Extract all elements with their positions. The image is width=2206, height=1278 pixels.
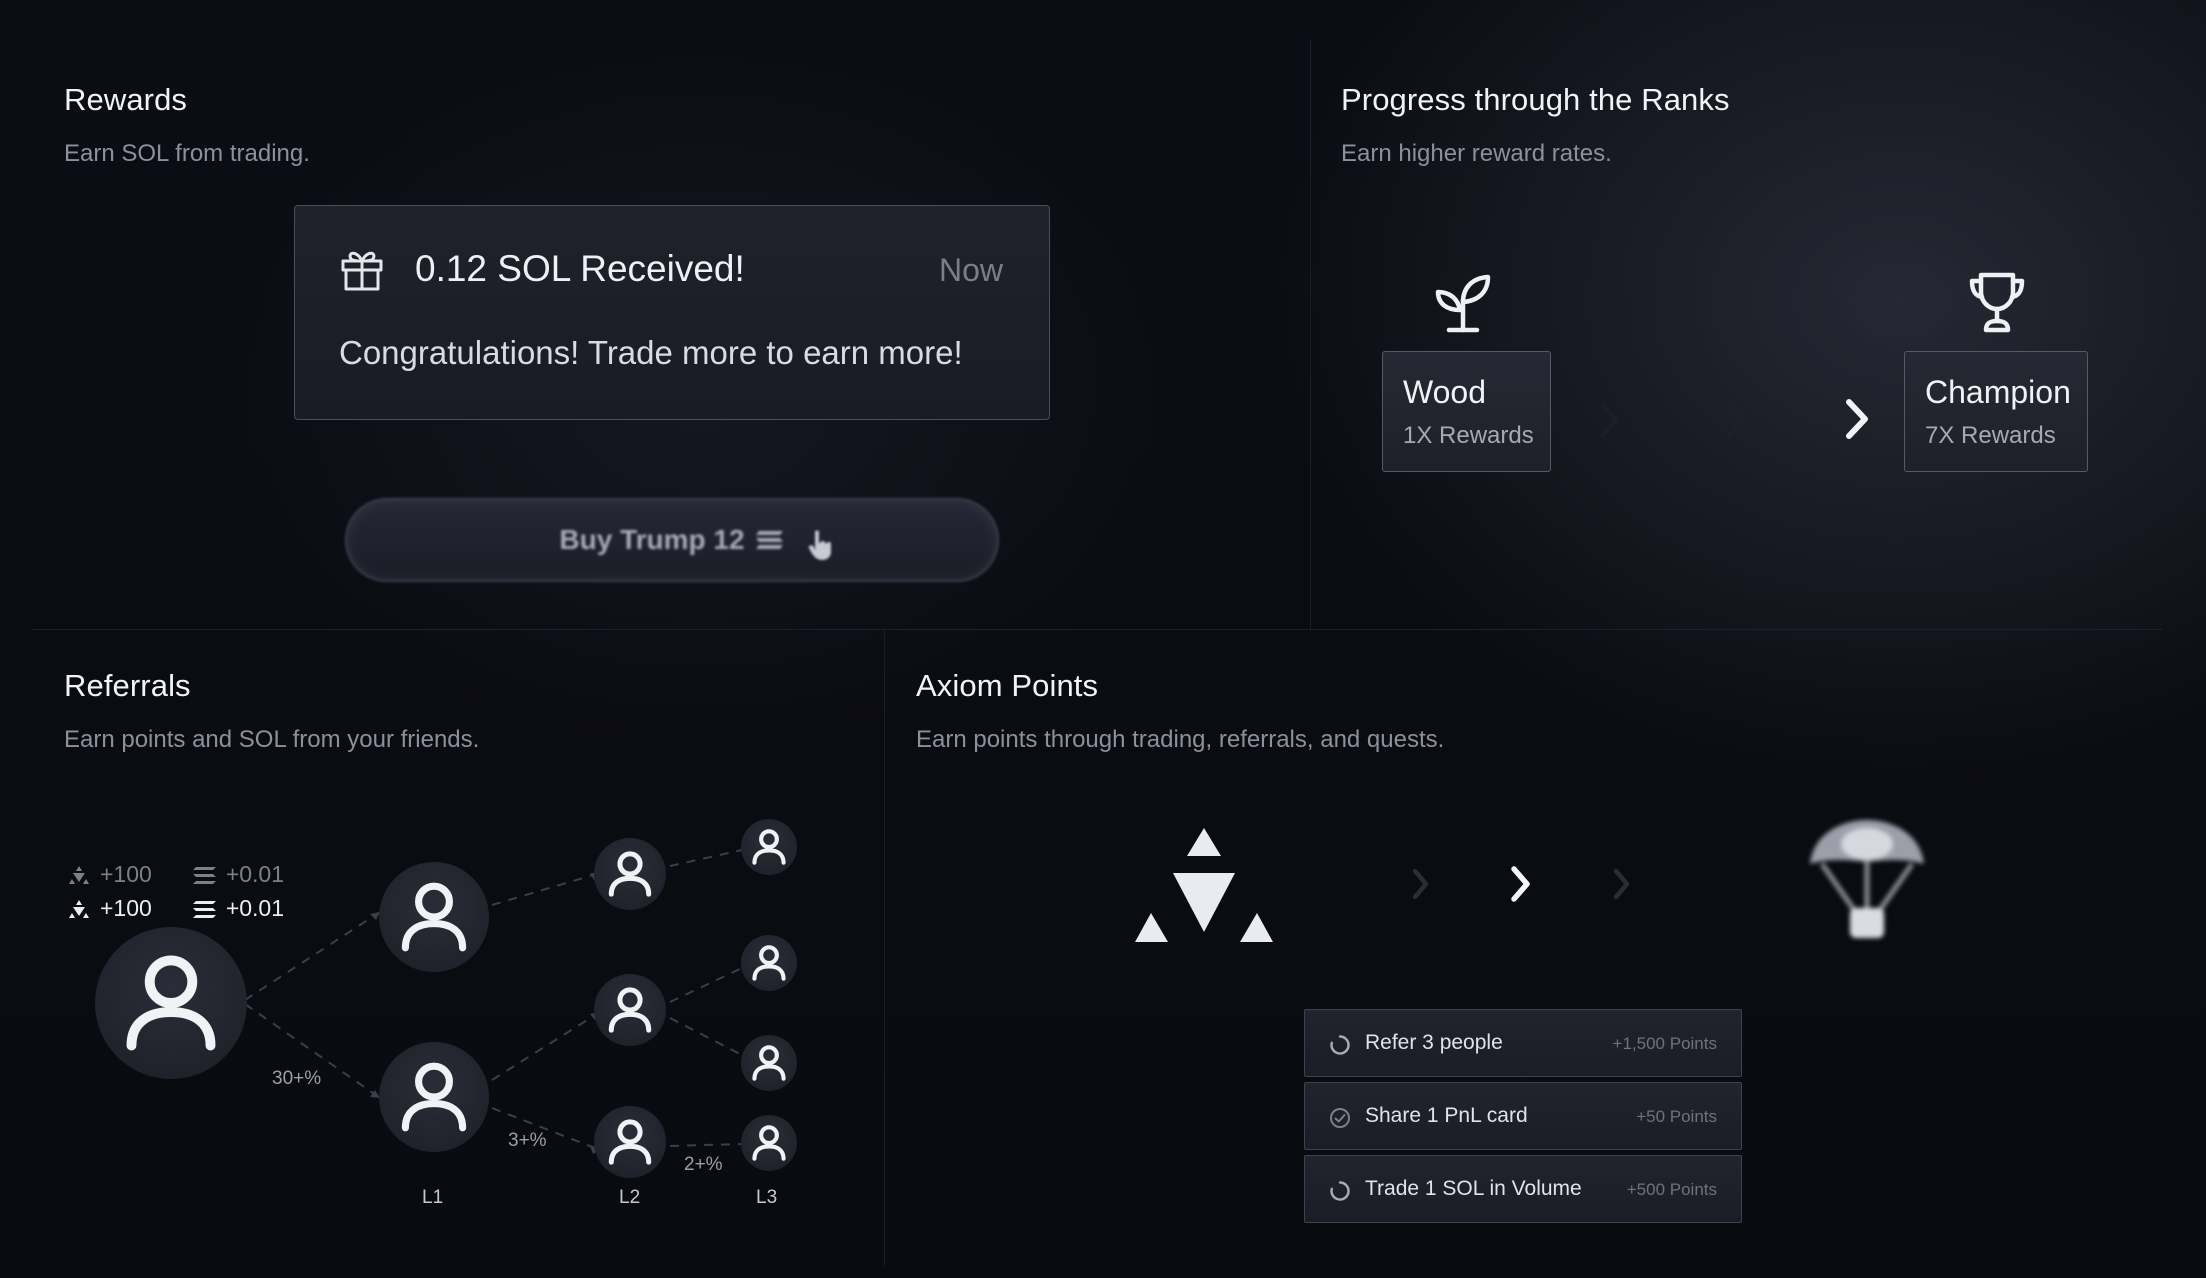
avatar-l3-user <box>741 819 797 875</box>
avatar-l1-user <box>379 862 489 972</box>
user-icon <box>608 1119 652 1165</box>
avatar-l3-user <box>741 1115 797 1171</box>
avatar-l3-user <box>741 935 797 991</box>
axiom-points-icon <box>69 865 89 884</box>
avatar-l2-user <box>594 1106 666 1178</box>
referral-stat-row: +100 +0.01 <box>66 861 284 888</box>
chevron-right-icon <box>1846 399 1868 439</box>
user-icon <box>401 882 467 952</box>
chevron-right-icon <box>1726 402 1745 438</box>
chevron-right-icon <box>1511 866 1530 902</box>
stat-points: +100 <box>100 895 152 921</box>
avatar-root-user <box>95 927 247 1079</box>
chevron-right-icon <box>1600 402 1619 438</box>
check-circle-icon <box>1330 1108 1350 1128</box>
rank-name: Champion <box>1925 374 2071 410</box>
features-overview: Rewards Earn SOL from trading. 0.12 SOL … <box>0 0 2206 1278</box>
loading-spinner-icon <box>1330 1035 1350 1055</box>
level-label-l2: L2 <box>619 1187 641 1208</box>
user-icon <box>752 1125 786 1161</box>
quest-item-share[interactable]: Share 1 PnL card +50 Points <box>1304 1082 1742 1150</box>
level-label-l1: L1 <box>422 1187 444 1208</box>
l1-percent-label: 30+% <box>272 1068 322 1089</box>
notification-time: Now <box>938 252 1003 288</box>
axiom-points-icon <box>69 899 89 918</box>
stat-sol: +0.01 <box>225 895 285 921</box>
quest-label: Trade 1 SOL in Volume <box>1365 1177 1582 1200</box>
l2-percent-label: 3+% <box>508 1130 547 1151</box>
vertical-divider-top <box>1310 40 1311 629</box>
l3-percent-label: 2+% <box>684 1154 723 1175</box>
chevron-right-icon <box>1412 868 1429 900</box>
user-icon <box>608 987 652 1033</box>
avatar-l3-user <box>741 1035 797 1091</box>
trophy-icon <box>1969 272 2025 333</box>
quest-item-refer[interactable]: Refer 3 people +1,500 Points <box>1304 1009 1742 1077</box>
quest-points: +500 Points <box>1626 1180 1717 1199</box>
ranks-title: Progress through the Ranks <box>1341 82 1730 117</box>
sprout-icon <box>1435 274 1491 333</box>
parachute-airdrop-icon <box>1810 820 1924 938</box>
rank-card-wood: Wood 1X Rewards <box>1382 351 1551 472</box>
quest-points: +1,500 Points <box>1612 1034 1717 1053</box>
user-icon <box>126 955 216 1051</box>
stat-points: +100 <box>100 861 152 887</box>
axiom-points-subtitle: Earn points through trading, referrals, … <box>916 726 1445 753</box>
user-icon <box>752 1045 786 1081</box>
solana-icon <box>192 866 216 884</box>
avatar-l2-user <box>594 838 666 910</box>
avatar-l1-user <box>379 1042 489 1152</box>
user-icon <box>752 945 786 981</box>
rank-rewards: 1X Rewards <box>1403 422 1534 449</box>
user-icon <box>752 829 786 865</box>
quest-item-trade[interactable]: Trade 1 SOL in Volume +500 Points <box>1304 1155 1742 1223</box>
stat-sol: +0.01 <box>225 861 285 887</box>
quest-label: Refer 3 people <box>1365 1031 1503 1054</box>
rank-rewards: 7X Rewards <box>1925 422 2056 449</box>
rank-name: Wood <box>1403 374 1487 410</box>
axiom-points-title: Axiom Points <box>916 668 1099 703</box>
loading-spinner-icon <box>1330 1181 1350 1201</box>
user-icon <box>608 851 652 897</box>
axiom-logo-icon <box>1135 828 1273 942</box>
avatar-l2-user <box>594 974 666 1046</box>
vertical-divider-bottom <box>884 630 885 1266</box>
solana-icon <box>192 900 216 918</box>
rank-card-champion: Champion 7X Rewards <box>1904 351 2088 472</box>
ranks-subtitle: Earn higher reward rates. <box>1341 140 1612 167</box>
referral-stat-row: +100 +0.01 <box>66 895 284 922</box>
quest-points: +50 Points <box>1636 1107 1717 1126</box>
chevron-right-icon <box>1613 868 1630 900</box>
quest-label: Share 1 PnL card <box>1365 1104 1528 1127</box>
level-label-l3: L3 <box>756 1187 778 1208</box>
user-icon <box>401 1062 467 1132</box>
